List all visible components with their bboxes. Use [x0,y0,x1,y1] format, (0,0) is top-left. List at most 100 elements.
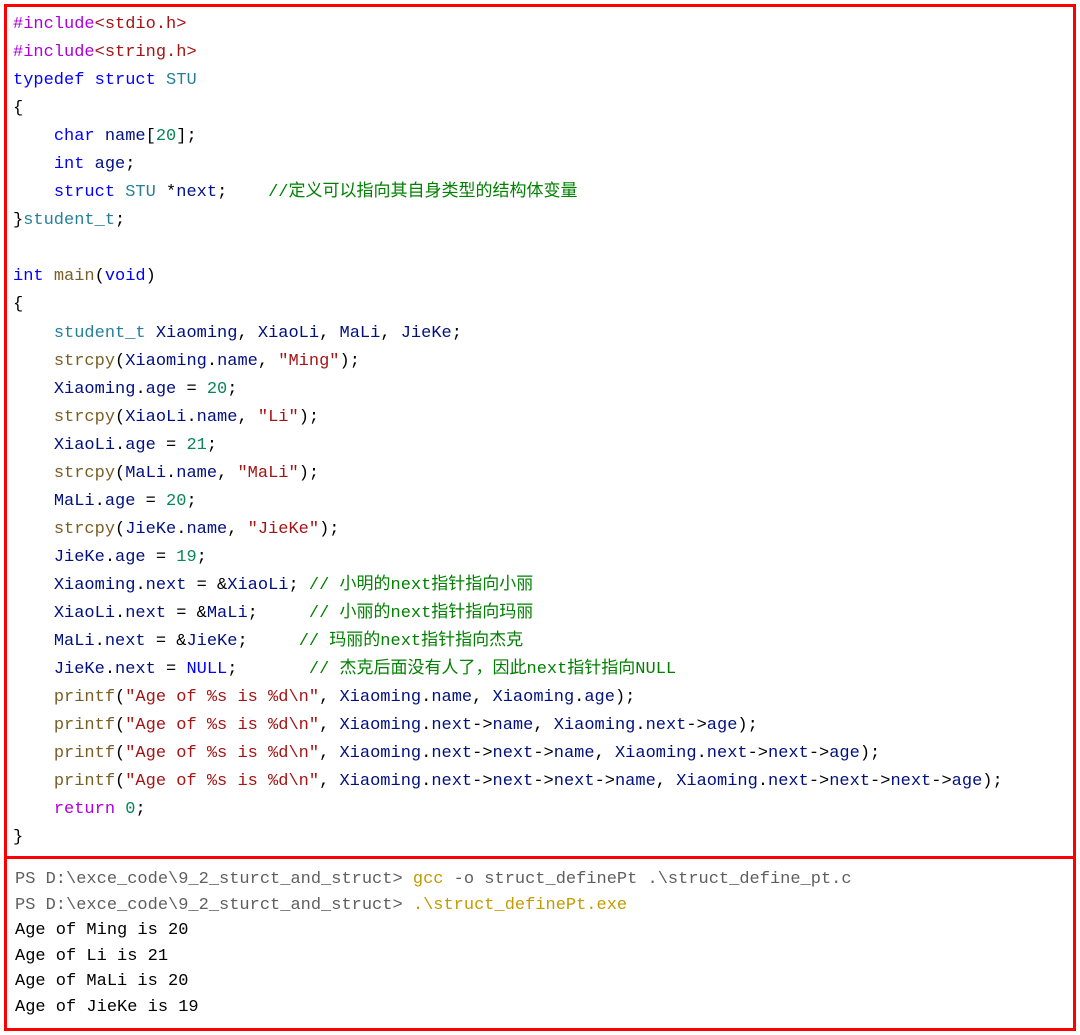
member: name [431,688,472,707]
dot: . [115,604,125,623]
member: name [197,408,238,427]
semi: ; [115,211,125,230]
member: name [554,744,595,763]
member: name [615,772,656,791]
brace: } [13,828,23,847]
op-assign: = [135,492,166,511]
dot: . [95,632,105,651]
member: age [115,548,146,567]
keyword-struct: struct [54,183,115,202]
number: 21 [186,436,206,455]
op-assign: = [156,660,187,679]
op-assign: = [176,380,207,399]
member: next [646,716,687,735]
null-literal: NULL [186,660,227,679]
function-strcpy: strcpy [54,464,115,483]
keyword-typedef: typedef [13,71,84,90]
member: next [105,632,146,651]
op-arrow: -> [931,772,951,791]
function-strcpy: strcpy [54,408,115,427]
comment: //定义可以指向其自身类型的结构体变量 [268,183,577,202]
identifier: Xiaoming [54,380,136,399]
semi: ; [248,604,258,623]
semi: ; [207,436,217,455]
op-assign-addr: = & [166,604,207,623]
identifier: Xiaoming [676,772,758,791]
op-assign: = [146,548,177,567]
preproc: #include [13,43,95,62]
comment: // 小丽的next指针指向玛丽 [309,604,533,623]
keyword-int: int [54,155,85,174]
comma: , [595,744,615,763]
terminal-output: PS D:\exce_code\9_2_sturct_and_struct> g… [13,863,1067,1024]
terminal-prompt: PS D:\exce_code\9_2_sturct_and_struct> [15,896,413,915]
identifier: Xiaoming [554,716,636,735]
member: next [768,772,809,791]
terminal-cmd: gcc [413,870,444,889]
op-arrow: -> [686,716,706,735]
string: "JieKe" [248,520,319,539]
format-string: "Age of %s is %d\n" [125,772,319,791]
member: age [707,716,738,735]
semi: ; [125,155,135,174]
function-strcpy: strcpy [54,352,115,371]
keyword-struct: struct [95,71,156,90]
comma: , [472,688,492,707]
member: next [431,772,472,791]
op-arrow: -> [472,744,492,763]
terminal-args: -o struct_definePt .\struct_define_pt.c [443,870,851,889]
semi: ; [135,800,145,819]
dot: . [421,688,431,707]
format-string: "Age of %s is %d\n" [125,744,319,763]
semi: ; [227,660,237,679]
op-arrow: -> [472,716,492,735]
identifier: XiaoLi [54,436,115,455]
comment: // 玛丽的next指针指向杰克 [299,632,523,651]
op-arrow: -> [809,744,829,763]
identifier: name [105,127,146,146]
comma: , [237,408,257,427]
paren: ( [115,772,125,791]
op-arrow: -> [870,772,890,791]
identifier: XiaoLi [258,324,319,343]
keyword-int: int [13,267,44,286]
comma: , [319,324,339,343]
type-name: STU [125,183,156,202]
function-printf: printf [54,772,115,791]
member: age [105,492,136,511]
comma: , [237,324,257,343]
comma: , [319,716,339,735]
identifier: JieKe [125,520,176,539]
dot: . [176,520,186,539]
semi: ; [237,632,247,651]
member: next [829,772,870,791]
dot: . [421,772,431,791]
op-arrow: -> [595,772,615,791]
brace: { [13,295,23,314]
identifier: XiaoLi [227,576,288,595]
function-printf: printf [54,716,115,735]
comma: , [319,744,339,763]
dot: . [105,548,115,567]
string: "Ming" [278,352,339,371]
identifier: MaLi [340,324,381,343]
paren: ( [115,716,125,735]
member: age [952,772,983,791]
member: name [217,352,258,371]
member: age [146,380,177,399]
comma: , [258,352,278,371]
code-box: #include<stdio.h> #include<string.h> typ… [4,4,1076,859]
op-arrow: -> [533,744,553,763]
paren-semi: ); [319,520,339,539]
paren-semi: ); [737,716,757,735]
identifier: JieKe [401,324,452,343]
bracket-semi: ]; [176,127,196,146]
paren: ( [115,408,125,427]
member: age [125,436,156,455]
op-arrow: -> [472,772,492,791]
identifier: MaLi [207,604,248,623]
dot: . [95,492,105,511]
paren-semi: ); [299,408,319,427]
member: next [768,744,809,763]
number: 20 [156,127,176,146]
